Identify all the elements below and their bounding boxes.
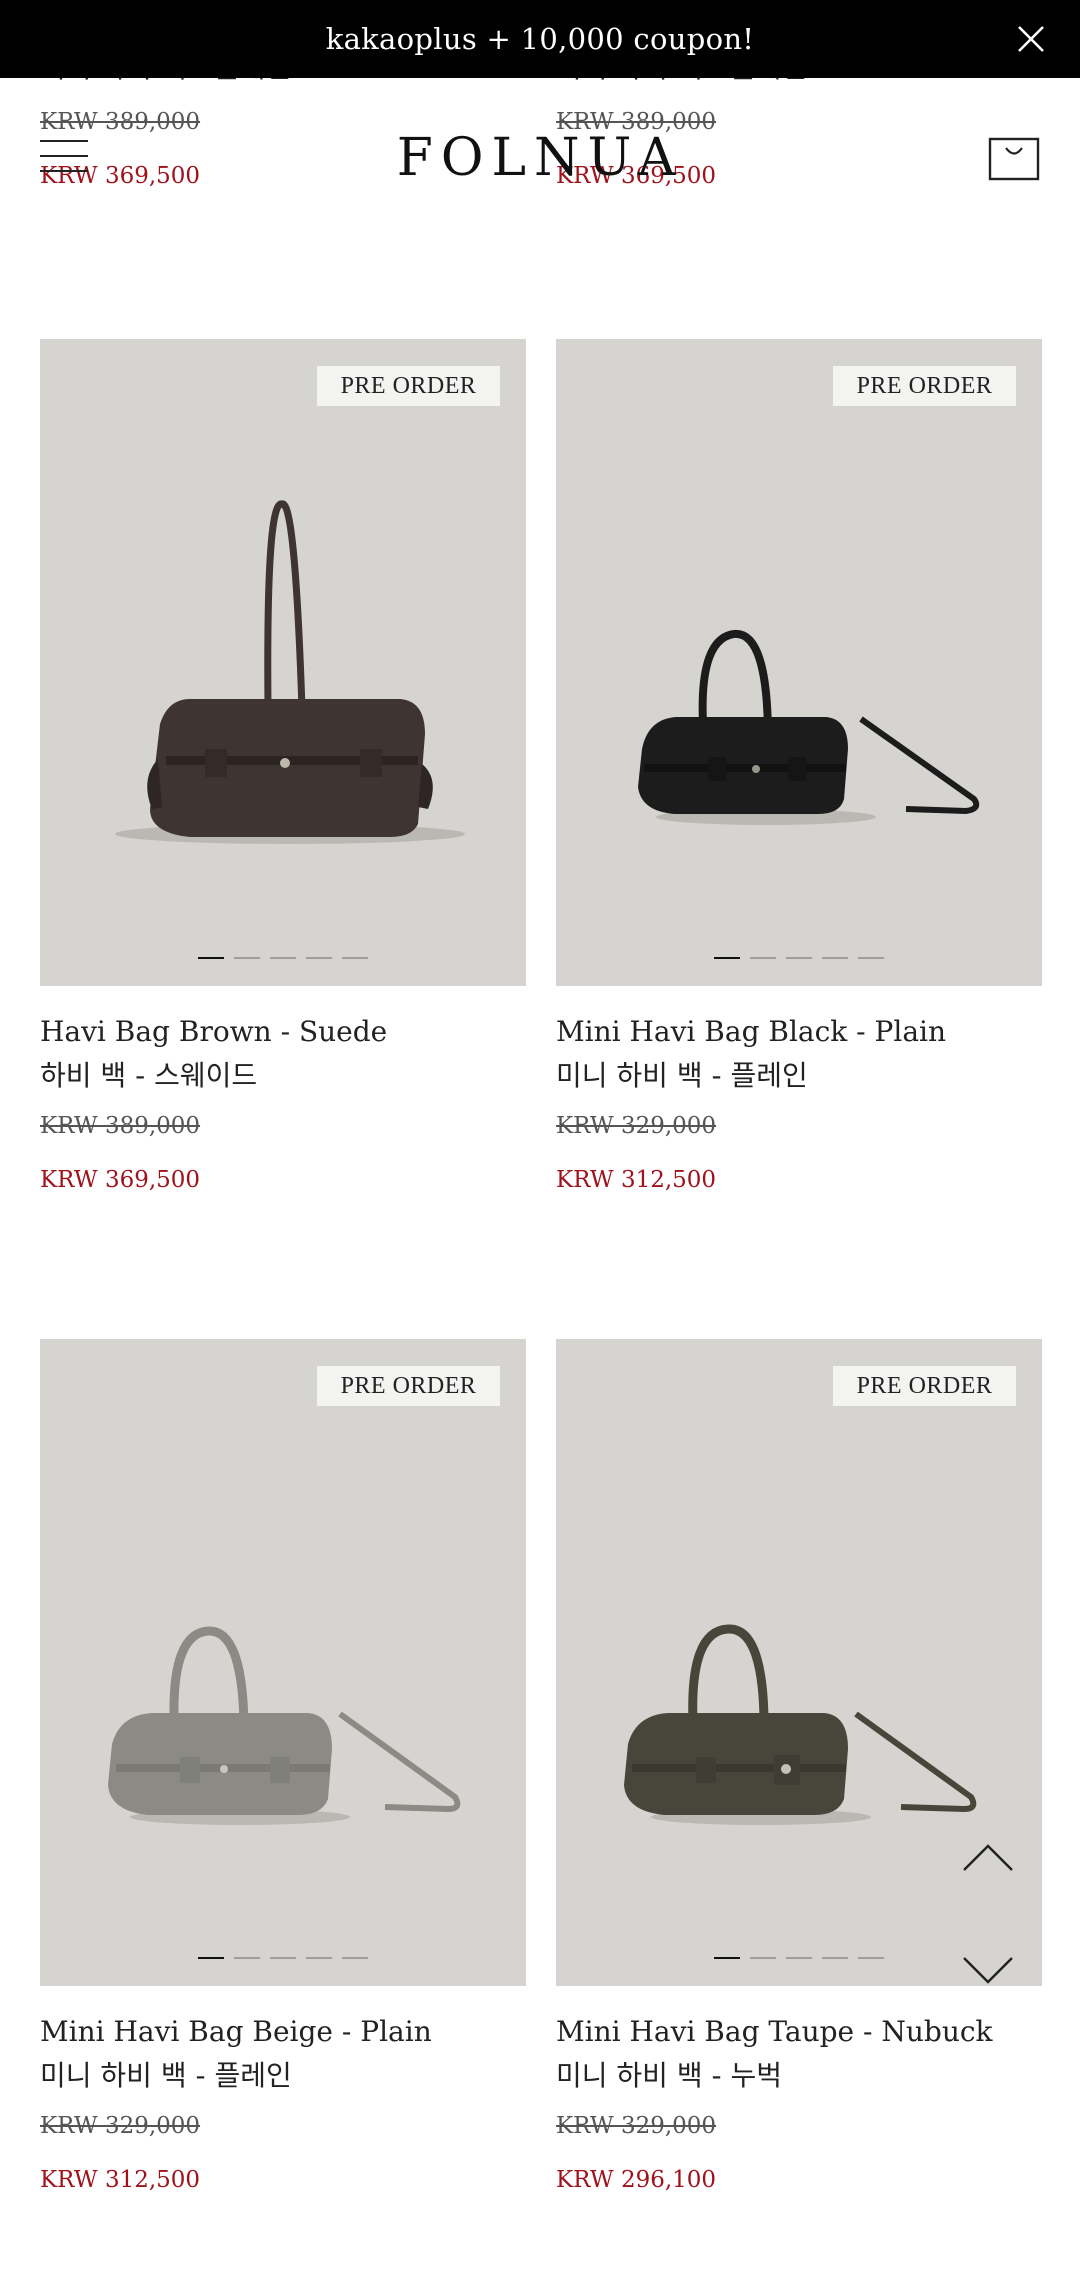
close-icon[interactable] [1016, 24, 1046, 54]
original-price: KRW 389,000 [40, 1113, 201, 1139]
sale-price: KRW 312,500 [40, 2167, 201, 2193]
product-card[interactable]: PRE ORDER Mini Havi Bag Black - Plain 미니… [556, 339, 1042, 1196]
product-image[interactable]: PRE ORDER [556, 339, 1042, 986]
product-image[interactable]: PRE ORDER [40, 1339, 526, 1986]
carousel-dot[interactable] [270, 957, 296, 959]
original-price: KRW 329,000 [556, 1113, 717, 1139]
image-carousel-dots[interactable] [40, 1957, 526, 1959]
carousel-dot[interactable] [822, 957, 848, 959]
product-name-en[interactable]: Havi Bag Brown - Suede [40, 1010, 526, 1054]
product-image[interactable]: PRE ORDER [40, 339, 526, 986]
pre-order-badge: PRE ORDER [833, 1366, 1016, 1406]
original-price: KRW 329,000 [40, 2113, 201, 2139]
product-name-ko[interactable]: 하비 백 - 스웨이드 [40, 1054, 526, 1098]
carousel-dot[interactable] [822, 1957, 848, 1959]
pre-order-badge: PRE ORDER [833, 366, 1016, 406]
bag-image [108, 1626, 461, 1825]
promo-banner[interactable]: kakaoplus + 10,000 coupon! [0, 0, 1080, 78]
carousel-dot[interactable] [714, 1957, 740, 1959]
carousel-dot[interactable] [198, 1957, 224, 1959]
carousel-dot[interactable] [786, 1957, 812, 1959]
original-price: KRW 329,000 [556, 2113, 717, 2139]
carousel-dot[interactable] [198, 957, 224, 959]
sale-price: KRW 369,500 [40, 1167, 201, 1193]
product-name-en[interactable]: Mini Havi Bag Taupe - Nubuck [556, 2010, 1042, 2054]
image-carousel-dots[interactable] [556, 957, 1042, 959]
bag-image [115, 500, 465, 844]
product-name-en[interactable]: Mini Havi Bag Beige - Plain [40, 2010, 526, 2054]
carousel-dot[interactable] [786, 957, 812, 959]
promo-text: kakaoplus + 10,000 coupon! [325, 22, 755, 56]
product-name-ko[interactable]: 미니 하비 백 - 플레인 [556, 1054, 1042, 1098]
brand-logo[interactable]: FOLNUA [0, 128, 1080, 188]
bag-image [624, 1624, 977, 1825]
bag-image [638, 629, 980, 825]
carousel-dot[interactable] [234, 1957, 260, 1959]
product-card[interactable]: PRE ORDER Mini Havi Bag Taupe - Nubuck 미… [556, 1339, 1042, 2196]
carousel-dot[interactable] [306, 957, 332, 959]
carousel-dot[interactable] [714, 957, 740, 959]
chevron-up-icon[interactable] [962, 1843, 1014, 1873]
sale-price: KRW 296,100 [556, 2167, 717, 2193]
product-name-ko[interactable]: 미니 하비 백 - 플레인 [40, 2054, 526, 2098]
pre-order-badge: PRE ORDER [317, 366, 500, 406]
product-card[interactable]: PRE ORDER Havi Bag Brown - Suede 하비 백 - … [40, 339, 526, 1196]
product-card[interactable]: PRE ORDER Mini Havi Bag Beige - Plain 미니… [40, 1339, 526, 2196]
product-name-ko[interactable]: 미니 하비 백 - 누벅 [556, 2054, 1042, 2098]
carousel-dot[interactable] [270, 1957, 296, 1959]
carousel-dot[interactable] [750, 957, 776, 959]
carousel-dot[interactable] [306, 1957, 332, 1959]
carousel-dot[interactable] [750, 1957, 776, 1959]
sale-price: KRW 312,500 [556, 1167, 717, 1193]
product-image[interactable]: PRE ORDER [556, 1339, 1042, 1986]
chevron-down-icon[interactable] [962, 1955, 1014, 1985]
image-carousel-dots[interactable] [40, 957, 526, 959]
carousel-dot[interactable] [858, 957, 884, 959]
carousel-dot[interactable] [342, 1957, 368, 1959]
pre-order-badge: PRE ORDER [317, 1366, 500, 1406]
shopping-bag-icon[interactable] [988, 137, 1040, 181]
carousel-dot[interactable] [234, 957, 260, 959]
carousel-dot[interactable] [858, 1957, 884, 1959]
carousel-dot[interactable] [342, 957, 368, 959]
product-name-en[interactable]: Mini Havi Bag Black - Plain [556, 1010, 1042, 1054]
